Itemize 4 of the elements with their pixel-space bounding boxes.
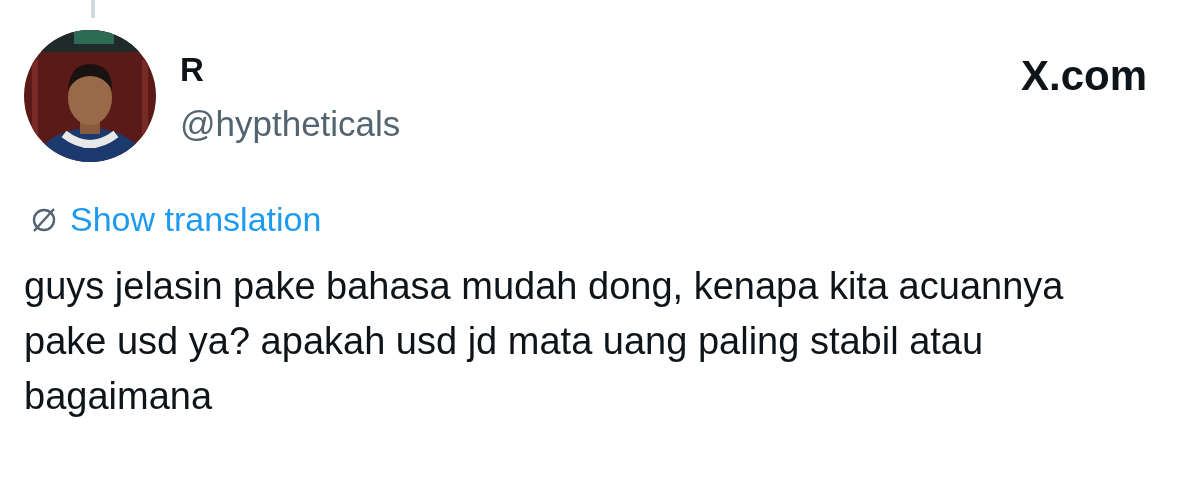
display-name[interactable]: R <box>180 50 401 90</box>
user-handle[interactable]: @hyptheticals <box>180 104 401 144</box>
site-label: X.com <box>1020 52 1147 100</box>
post-text: guys jelasin pake bahasa mudah dong, kenapa kita acuannya pake usd ya? apakah usd jd mata uang paling stabil atau bagaimana <box>24 264 1065 419</box>
